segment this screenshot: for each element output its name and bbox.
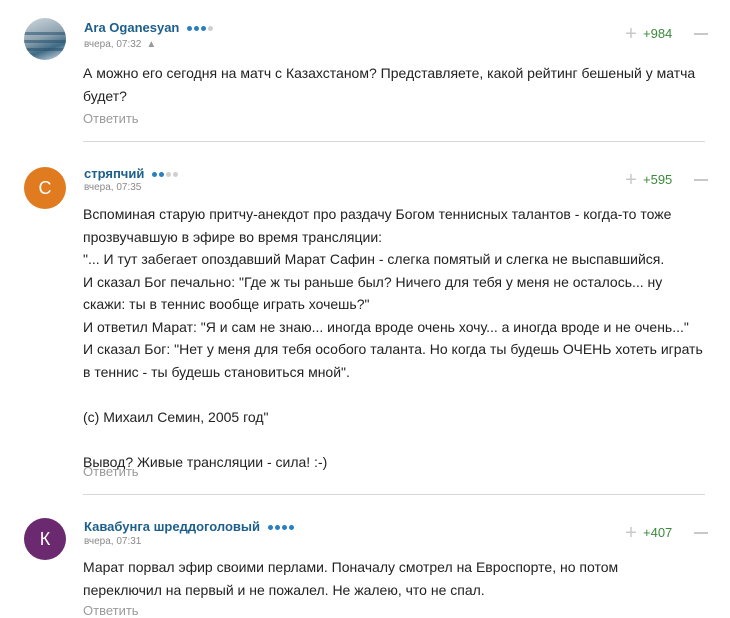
comment-date: вчера, 07:32 [84, 39, 142, 50]
avatar[interactable]: С [24, 167, 66, 209]
comment-line: ​ [83, 428, 713, 451]
rating-dot-filled [267, 525, 273, 531]
comment-date: вчера, 07:35 [84, 182, 142, 193]
rating-dot-filled [281, 525, 287, 531]
rating-dot-empty [208, 26, 213, 32]
divider [83, 141, 705, 142]
downvote-button[interactable] [694, 33, 708, 35]
comment-line: прозвучавшую в эфире во время трансляции… [83, 228, 383, 245]
comment-meta: вчера, 07:35 [84, 182, 141, 193]
comment-date: вчера, 07:31 [84, 536, 142, 547]
comment-line: Марат порвал эфир своими перлами. Понача… [83, 559, 619, 575]
comment-line: Вспоминая старую притчу-анекдот про разд… [83, 206, 672, 222]
rating-dot-filled [288, 525, 294, 531]
comment-score: +984 [643, 26, 673, 41]
comment-line: в теннис - ты будешь становиться мной". [83, 363, 350, 380]
avatar[interactable]: К [24, 518, 66, 560]
rating-dots [267, 519, 296, 534]
vote-widget: + +595 [616, 170, 712, 190]
rating-dot-empty [165, 172, 171, 178]
comment-author-row: стряпчий [84, 166, 180, 181]
comment-line: скажи: ты в теннис вообще играть хочешь?… [83, 296, 370, 312]
comment-author[interactable]: стряпчий [84, 166, 144, 181]
vote-widget: + +984 [616, 24, 712, 44]
comment-score: +407 [643, 525, 673, 540]
android-icon: ▲ [146, 39, 157, 50]
comment-text: А можно его сегодня на матч с Казахстано… [83, 62, 713, 107]
comment-line: ​ [83, 383, 713, 406]
comment-text: Марат порвал эфир своими перлами. Понача… [83, 556, 713, 601]
downvote-button[interactable] [694, 532, 708, 534]
rating-dot-filled [201, 26, 206, 32]
rating-dots [187, 20, 215, 35]
comment-line: переключил на первый и не пожалел. Не жа… [83, 581, 485, 598]
upvote-button[interactable]: + [622, 170, 640, 190]
comment-text: Вспоминая старую притчу-анекдот про разд… [83, 203, 713, 473]
comment-line: будет? [83, 87, 127, 104]
upvote-button[interactable]: + [622, 24, 640, 44]
comment-line: И сказал Бог: "Нет у меня для тебя особо… [83, 341, 703, 357]
rating-dot-filled [274, 525, 280, 531]
downvote-button[interactable] [694, 179, 708, 181]
comment-author-row: Кавабунга шреддоголовый [84, 519, 296, 534]
comment-line: А можно его сегодня на матч с Казахстано… [83, 65, 696, 81]
comment-score: +595 [643, 172, 673, 187]
reply-link[interactable]: Ответить [83, 111, 139, 126]
comment-line: Вывод? Живые трансляции - сила! :-) [83, 453, 328, 470]
rating-dot-filled [158, 172, 164, 178]
vote-widget: + +407 [616, 523, 712, 543]
rating-dot-filled [187, 26, 192, 32]
rating-dots [151, 166, 180, 181]
comment-meta: вчера, 07:31 [84, 536, 141, 547]
comment-meta: вчера, 07:32 ▲ [84, 39, 156, 50]
comment-author-row: Ara Oganesyan [84, 20, 215, 35]
comment-author[interactable]: Кавабунга шреддоголовый [84, 519, 260, 534]
upvote-button[interactable]: + [622, 523, 640, 543]
rating-dot-empty [172, 172, 178, 178]
reply-link[interactable]: Ответить [83, 464, 139, 479]
reply-link[interactable]: Ответить [83, 603, 139, 618]
comment-line: И ответил Марат: "Я и сам не знаю... ино… [83, 318, 689, 335]
comment-line: (с) Михаил Семин, 2005 год" [83, 408, 269, 425]
avatar[interactable] [24, 18, 66, 60]
rating-dot-filled [194, 26, 199, 32]
comment-line: И сказал Бог печально: "Где ж ты раньше … [83, 273, 663, 290]
rating-dot-filled [151, 172, 157, 178]
divider [83, 494, 705, 495]
comment-author[interactable]: Ara Oganesyan [84, 20, 179, 35]
comment-line: "... И тут забегает опоздавший Марат Саф… [83, 251, 665, 267]
